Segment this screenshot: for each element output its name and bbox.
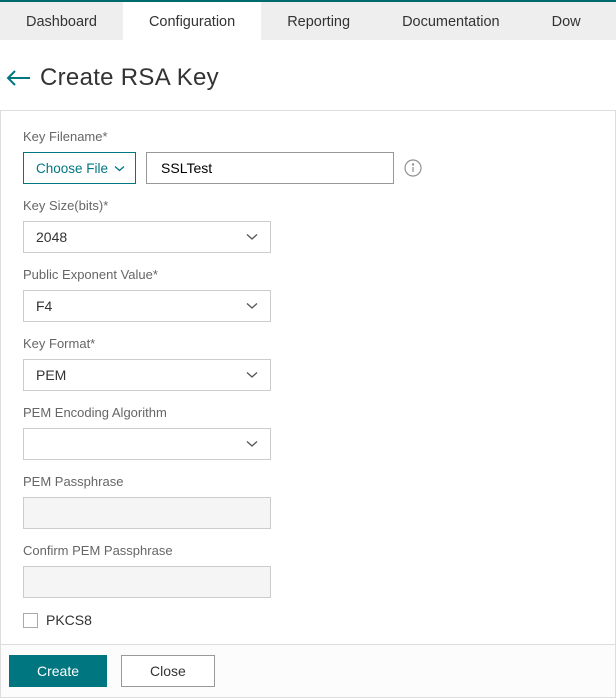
field-pkcs8: PKCS8 bbox=[23, 612, 593, 628]
footer-actions: Create Close bbox=[0, 645, 616, 698]
key-filename-input[interactable] bbox=[146, 152, 394, 184]
pem-encoding-label: PEM Encoding Algorithm bbox=[23, 405, 593, 420]
info-icon[interactable] bbox=[404, 159, 422, 177]
field-public-exponent: Public Exponent Value* F4 bbox=[23, 267, 593, 322]
tab-dashboard[interactable]: Dashboard bbox=[0, 2, 123, 40]
key-format-value: PEM bbox=[36, 367, 66, 383]
chevron-down-icon bbox=[114, 165, 125, 172]
confirm-passphrase-input[interactable] bbox=[23, 566, 271, 598]
pkcs8-label: PKCS8 bbox=[46, 612, 92, 628]
form-panel: Key Filename* Choose File Key Size(bits)… bbox=[0, 110, 616, 645]
confirm-passphrase-label: Confirm PEM Passphrase bbox=[23, 543, 593, 558]
field-key-format: Key Format* PEM bbox=[23, 336, 593, 391]
chevron-down-icon bbox=[246, 440, 258, 448]
chevron-down-icon bbox=[246, 302, 258, 310]
tab-configuration[interactable]: Configuration bbox=[123, 2, 261, 40]
tab-reporting[interactable]: Reporting bbox=[261, 2, 376, 40]
key-filename-label: Key Filename* bbox=[23, 129, 593, 144]
chevron-down-icon bbox=[246, 233, 258, 241]
field-confirm-passphrase: Confirm PEM Passphrase bbox=[23, 543, 593, 598]
tab-downloads[interactable]: Dow bbox=[526, 2, 607, 40]
close-button[interactable]: Close bbox=[121, 655, 215, 687]
key-size-value: 2048 bbox=[36, 229, 67, 245]
key-size-label: Key Size(bits)* bbox=[23, 198, 593, 213]
choose-file-label: Choose File bbox=[36, 161, 108, 176]
field-pem-encoding: PEM Encoding Algorithm bbox=[23, 405, 593, 460]
pem-passphrase-input[interactable] bbox=[23, 497, 271, 529]
back-arrow-icon[interactable] bbox=[6, 69, 30, 87]
main-tabs: Dashboard Configuration Reporting Docume… bbox=[0, 0, 616, 40]
public-exponent-select[interactable]: F4 bbox=[23, 290, 271, 322]
pem-passphrase-label: PEM Passphrase bbox=[23, 474, 593, 489]
field-pem-passphrase: PEM Passphrase bbox=[23, 474, 593, 529]
key-format-label: Key Format* bbox=[23, 336, 593, 351]
public-exponent-label: Public Exponent Value* bbox=[23, 267, 593, 282]
public-exponent-value: F4 bbox=[36, 298, 52, 314]
key-size-select[interactable]: 2048 bbox=[23, 221, 271, 253]
field-key-filename: Key Filename* Choose File bbox=[23, 129, 593, 184]
choose-file-button[interactable]: Choose File bbox=[23, 152, 136, 184]
page-title: Create RSA Key bbox=[40, 64, 219, 92]
create-button[interactable]: Create bbox=[9, 655, 107, 687]
tab-documentation[interactable]: Documentation bbox=[376, 2, 526, 40]
key-format-select[interactable]: PEM bbox=[23, 359, 271, 391]
chevron-down-icon bbox=[246, 371, 258, 379]
pem-encoding-select[interactable] bbox=[23, 428, 271, 460]
field-key-size: Key Size(bits)* 2048 bbox=[23, 198, 593, 253]
page-header: Create RSA Key bbox=[0, 40, 616, 110]
pkcs8-checkbox[interactable] bbox=[23, 613, 38, 628]
